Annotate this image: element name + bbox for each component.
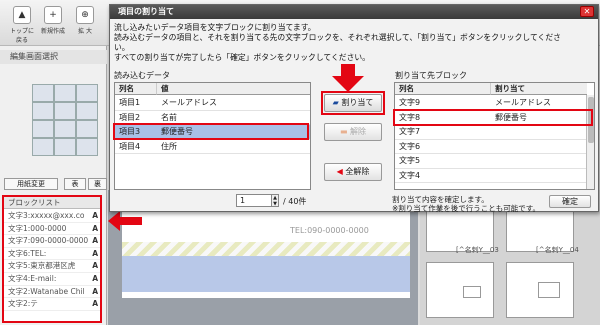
- panel-button-row: 用紙変更 表 裏: [4, 178, 107, 190]
- template-card[interactable]: [426, 262, 494, 318]
- confirm-button[interactable]: 確定: [549, 195, 591, 208]
- selected-block-hatch: [122, 242, 410, 256]
- back-side-button[interactable]: 裏: [88, 178, 107, 190]
- layout-thumbnails[interactable]: [32, 84, 98, 156]
- column-header-name[interactable]: 列名: [115, 83, 157, 95]
- paper-change-button[interactable]: 用紙変更: [4, 178, 58, 190]
- preview-tel-text: TEL:090-0000-0000: [290, 226, 369, 235]
- left-arrow-icon: ◀: [336, 167, 343, 176]
- template-card-mini: [463, 286, 481, 298]
- template-card-mini: [538, 282, 560, 298]
- column-header-name[interactable]: 列名: [395, 83, 491, 95]
- block-list-item[interactable]: 文字1:000-0000 A: [4, 223, 100, 236]
- assign-button-highlight: [321, 91, 385, 115]
- block-list-item[interactable]: 文字5:東京都港区虎 A: [4, 260, 100, 273]
- eraser-icon: ▬: [339, 127, 348, 136]
- selected-block-highlight: [122, 256, 410, 292]
- source-selection-highlight: [113, 123, 309, 140]
- up-arrow-icon: ▲: [13, 6, 31, 24]
- record-total: / 40件: [283, 197, 307, 206]
- instruction-line: 流し込みたいデータ項目を文字ブロックに割り当てます。: [114, 23, 316, 32]
- unassign-all-button[interactable]: ◀ 全解除: [324, 163, 382, 181]
- new-button[interactable]: + 新規作成: [40, 4, 66, 42]
- unassign-button[interactable]: ▬ 解除: [324, 123, 382, 141]
- table-row[interactable]: 文字4: [395, 169, 586, 183]
- column-header-value[interactable]: 値: [157, 83, 310, 95]
- instruction-line: 読み込むデータの項目と、それを割り当てる先の文字ブロックを、それぞれ選択して、「…: [114, 33, 561, 42]
- zoom-in-button[interactable]: ⊕ 拡 大: [72, 4, 98, 42]
- table-row[interactable]: 項目1 メールアドレス: [115, 96, 310, 111]
- template-card-label: [^名刺Y__03: [456, 246, 499, 254]
- table-row[interactable]: 項目4 住所: [115, 140, 310, 154]
- target-block-label: 割り当て先ブロック: [395, 71, 467, 80]
- block-list: ブロックリスト 文字3:xxxxx@xxx.co A 文字1:000-0000 A …: [2, 195, 102, 323]
- block-list-item[interactable]: 文字7:090-0000-0000 A: [4, 235, 100, 248]
- table-row[interactable]: 文字7: [395, 125, 586, 140]
- zoom-in-icon: ⊕: [76, 6, 94, 24]
- front-side-button[interactable]: 表: [64, 178, 86, 190]
- left-pointing-arrow-icon: [108, 211, 142, 231]
- block-list-item[interactable]: 文字2:テ A: [4, 298, 100, 311]
- block-list-item[interactable]: 文字6:TEL: A: [4, 248, 100, 261]
- template-card-label: [^名刺Y__04: [536, 246, 579, 254]
- instruction-line: すべての割り当てが完了したら「確定」ボタンをクリックしてください。: [114, 53, 370, 62]
- source-data-label: 読み込むデータ: [114, 71, 170, 80]
- table-row[interactable]: 文字5: [395, 154, 586, 169]
- edit-screen-select-title: 編集画面選択: [0, 50, 107, 64]
- block-list-item[interactable]: 文字2:Watanabe Chil A: [4, 286, 100, 299]
- down-pointing-arrow-icon: [332, 64, 364, 92]
- new-doc-icon: +: [44, 6, 62, 24]
- back-to-top-button[interactable]: ▲ トップに戻る: [9, 4, 35, 44]
- assign-items-dialog: 項目の割り当て ✕ 流し込みたいデータ項目を文字ブロックに割り当てます。 読み込…: [109, 4, 599, 213]
- dialog-title: 項目の割り当て: [110, 5, 598, 19]
- block-list-item[interactable]: 文字4:E-mail: A: [4, 273, 100, 286]
- target-block-table: 列名 割り当て 文字9 メールアドレス 文字8 郵便番号 文字7 文字6 文字5 文…: [394, 82, 595, 190]
- confirm-note: 割り当て内容を確定します。 ※割り当て作業を後で行うことも可能です。: [392, 195, 541, 213]
- block-list-header: ブロックリスト: [4, 197, 100, 209]
- instruction-line: い。: [114, 43, 130, 52]
- page-stepper[interactable]: ▲ ▼: [271, 194, 279, 207]
- column-header-assignment[interactable]: 割り当て: [491, 83, 587, 95]
- target-selection-highlight: [393, 109, 593, 126]
- table-row[interactable]: 文字6: [395, 140, 586, 154]
- block-list-item[interactable]: 文字3:xxxxx@xxx.co A: [4, 210, 100, 223]
- page-number-input[interactable]: 1: [236, 194, 276, 207]
- close-icon[interactable]: ✕: [580, 6, 594, 17]
